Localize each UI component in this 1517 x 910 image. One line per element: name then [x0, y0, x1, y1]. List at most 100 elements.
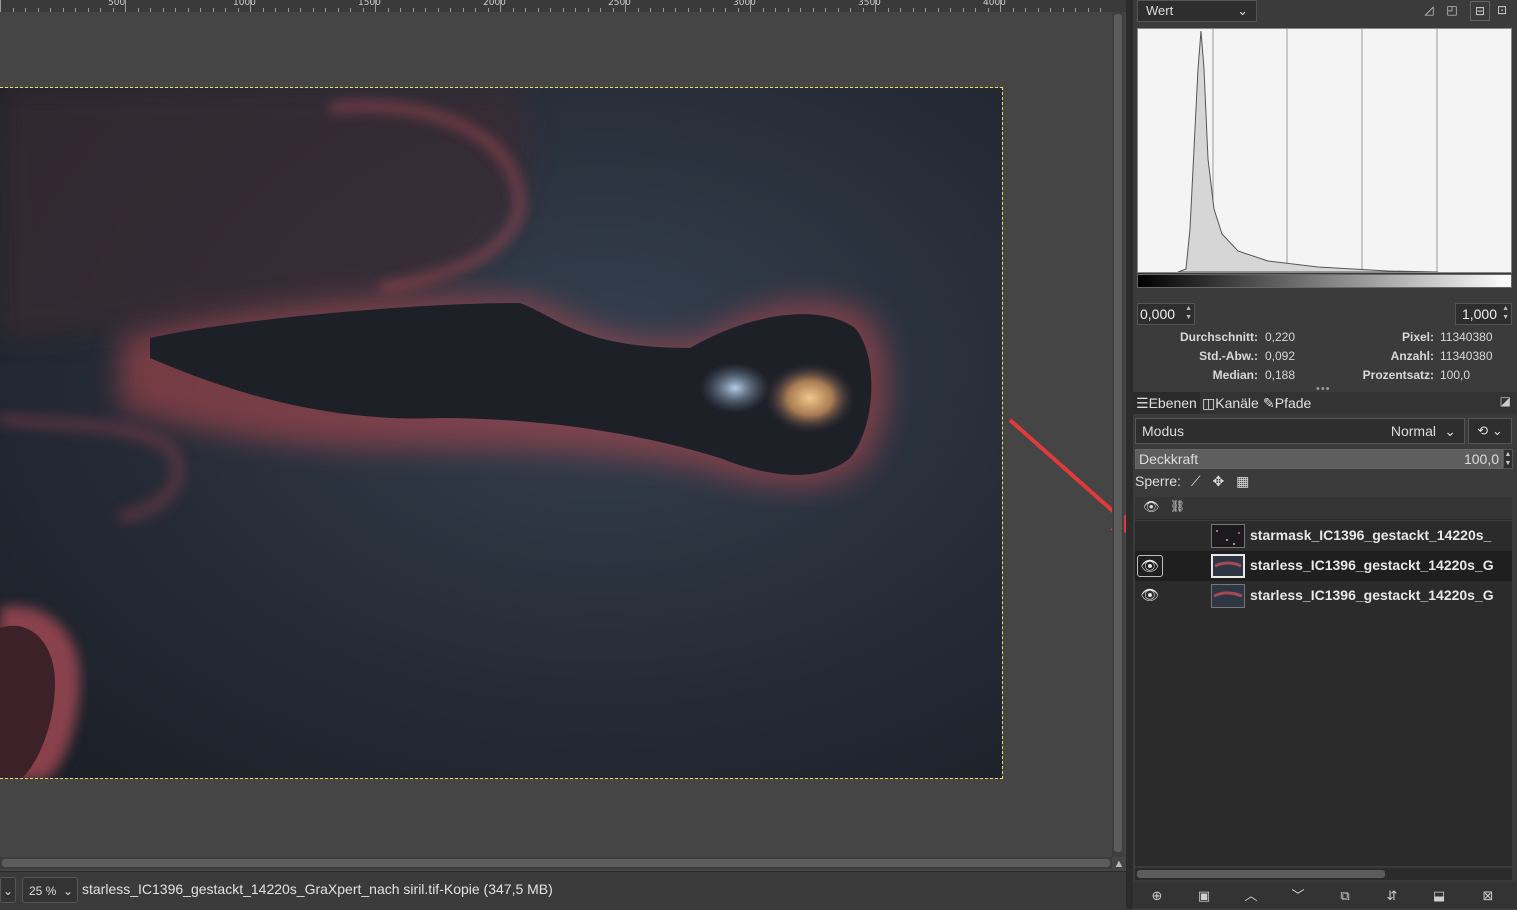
layer-thumbnail [1211, 554, 1245, 578]
linear-histogram-icon[interactable]: ◿ [1420, 1, 1438, 19]
ruler-label: 4000 [983, 0, 1006, 8]
scrollbar-thumb[interactable] [1137, 870, 1385, 878]
nebula-image-art [0, 88, 1002, 778]
layer-row[interactable]: starmask_IC1396_gestackt_14220s_ [1135, 521, 1512, 551]
unit-dropdown[interactable]: ⌄ [0, 877, 16, 903]
eye-icon[interactable]: 👁 [1137, 585, 1163, 607]
ruler-label: 3500 [858, 0, 881, 8]
histogram-view[interactable] [1137, 28, 1512, 273]
std-value: 0,092 [1265, 349, 1296, 363]
median-label: Median: [1212, 368, 1258, 382]
ruler-tick [375, 0, 376, 12]
layer-row[interactable]: 👁 starless_IC1396_gestackt_14220s_G [1135, 581, 1512, 611]
panel-menu-icon[interactable]: ⊟ [1470, 1, 1490, 21]
percent-value: 100,0 [1440, 368, 1471, 382]
opacity-spinner[interactable]: ▲ ▼ [1503, 449, 1513, 469]
ruler-tick [1000, 0, 1001, 12]
tab-layers[interactable]: ☰Ebenen [1133, 392, 1200, 414]
channels-icon: ◫ [1202, 395, 1216, 411]
zoom-value: 25 % [29, 884, 57, 898]
canvas-horizontal-scrollbar[interactable] [0, 857, 1112, 869]
ruler-label: 2000 [483, 0, 506, 8]
lock-row: Sperre: ⟋ ✥ ▦ [1135, 473, 1249, 491]
histogram-channel-select[interactable]: Wert ⌄ [1137, 0, 1257, 22]
median-value: 0,188 [1265, 368, 1296, 382]
dock-tabs: ☰Ebenen ◫Kanäle ✎Pfade ◪ [1133, 392, 1517, 414]
composite-mode-button[interactable]: ⟲ ⌄ [1468, 418, 1512, 444]
count-label: Anzahl: [1390, 349, 1434, 363]
lock-pixels-icon[interactable]: ⟋ [1191, 473, 1201, 489]
zoom-dropdown[interactable]: 25 % ⌄ [22, 877, 78, 903]
raise-layer-icon[interactable]: ︿ [1240, 885, 1262, 907]
pixels-label: Pixel: [1401, 330, 1434, 344]
eye-icon[interactable]: 👁 [1137, 555, 1163, 577]
chevron-down-icon: ⌄ [1491, 423, 1503, 438]
layer-name[interactable]: starmask_IC1396_gestackt_14220s_ [1250, 527, 1512, 543]
max-value: 1,000 [1461, 306, 1497, 322]
anchor-layer-icon[interactable]: ⇵ [1381, 885, 1403, 907]
ruler-tick [625, 0, 626, 12]
histogram-max-spinner[interactable]: 1,000 ▲ ▼ [1455, 303, 1512, 325]
histogram-min-spinner[interactable]: 0,000 ▲ ▼ [1137, 303, 1195, 325]
ruler-tick [250, 0, 251, 12]
layer-name[interactable]: starless_IC1396_gestackt_14220s_G [1250, 587, 1512, 603]
scrollbar-thumb[interactable] [2, 859, 1110, 867]
chevron-down-icon: ⌄ [62, 884, 73, 898]
ruler-label: 1000 [233, 0, 256, 8]
opacity-slider[interactable]: Deckkraft 100,0 [1135, 449, 1503, 469]
new-group-icon[interactable]: ▣ [1193, 885, 1215, 907]
mean-value: 0,220 [1265, 330, 1296, 344]
mode-value: Normal [1390, 423, 1436, 439]
pixels-value: 11340380 [1440, 330, 1493, 344]
layers-icon: ☰ [1136, 395, 1149, 411]
mode-label: Modus [1142, 423, 1185, 439]
layer-list-scrollbar[interactable] [1135, 868, 1512, 880]
layer-list[interactable]: starmask_IC1396_gestackt_14220s_ 👁 starl… [1135, 521, 1512, 866]
tab-paths[interactable]: ✎Pfade [1260, 392, 1314, 414]
layer-row-selected[interactable]: 👁 starless_IC1396_gestackt_14220s_G [1135, 551, 1512, 581]
tab-channels[interactable]: ◫Kanäle [1199, 392, 1262, 414]
tab-menu-icon[interactable]: ◪ [1500, 394, 1511, 408]
ruler-label: 2500 [608, 0, 631, 8]
layer-action-bar: ⊕ ▣ ︿ ﹀ ⧉ ⇵ ⬓ ⊠ [1133, 882, 1517, 909]
layer-list-header: 👁 ⛓ [1135, 497, 1512, 520]
reset-mode-icon: ⟲ [1477, 423, 1489, 438]
percent-label: Prozentsatz: [1362, 368, 1434, 382]
lock-label: Sperre: [1135, 473, 1181, 489]
lower-layer-icon[interactable]: ﹀ [1287, 885, 1309, 907]
lock-alpha-icon[interactable]: ▦ [1236, 473, 1249, 489]
ruler-tick [500, 0, 501, 12]
chevron-down-icon: ⌄ [1237, 3, 1248, 18]
panel-divider[interactable] [1126, 0, 1133, 909]
count-value: 11340380 [1440, 349, 1493, 363]
paths-icon: ✎ [1263, 395, 1275, 411]
opacity-value: 100,0 [1463, 451, 1499, 467]
nebula-image[interactable] [0, 87, 1003, 779]
layer-name[interactable]: starless_IC1396_gestackt_14220s_G [1250, 557, 1512, 573]
scrollbar-thumb[interactable] [1114, 14, 1122, 852]
ruler-label: 500 [108, 0, 126, 8]
ruler-corner [1110, 0, 1126, 12]
dock-config-icon[interactable]: ⊡ [1493, 1, 1511, 19]
image-title-status: starless_IC1396_gestackt_14220s_GraXpert… [82, 881, 553, 897]
spinner-arrows-icon[interactable]: ▲ ▼ [1502, 304, 1509, 322]
delete-layer-icon[interactable]: ⊠ [1477, 885, 1499, 907]
navigate-icon[interactable]: ▲ [1112, 857, 1126, 871]
visibility-column-icon[interactable]: 👁 [1143, 499, 1160, 515]
min-value: 0,000 [1140, 306, 1176, 322]
histogram-gradient-bar[interactable] [1137, 274, 1512, 288]
add-mask-icon[interactable]: ⬓ [1428, 885, 1450, 907]
log-histogram-icon[interactable]: ◰ [1443, 1, 1461, 19]
layer-thumbnail [1211, 524, 1245, 548]
chain-column-icon[interactable]: ⛓ [1170, 499, 1185, 513]
lock-position-icon[interactable]: ✥ [1213, 473, 1225, 489]
layer-thumbnail [1211, 584, 1245, 608]
histogram-plot [1177, 29, 1439, 273]
canvas-vertical-scrollbar[interactable] [1112, 12, 1124, 857]
spinner-arrows-icon[interactable]: ▲ ▼ [1185, 304, 1192, 322]
new-layer-icon[interactable]: ⊕ [1146, 885, 1168, 907]
chevron-down-icon: ⌄ [1444, 423, 1456, 439]
tab-label: Ebenen [1148, 395, 1197, 411]
layer-mode-select[interactable]: Modus Normal ⌄ [1135, 418, 1465, 444]
duplicate-layer-icon[interactable]: ⧉ [1334, 885, 1356, 907]
